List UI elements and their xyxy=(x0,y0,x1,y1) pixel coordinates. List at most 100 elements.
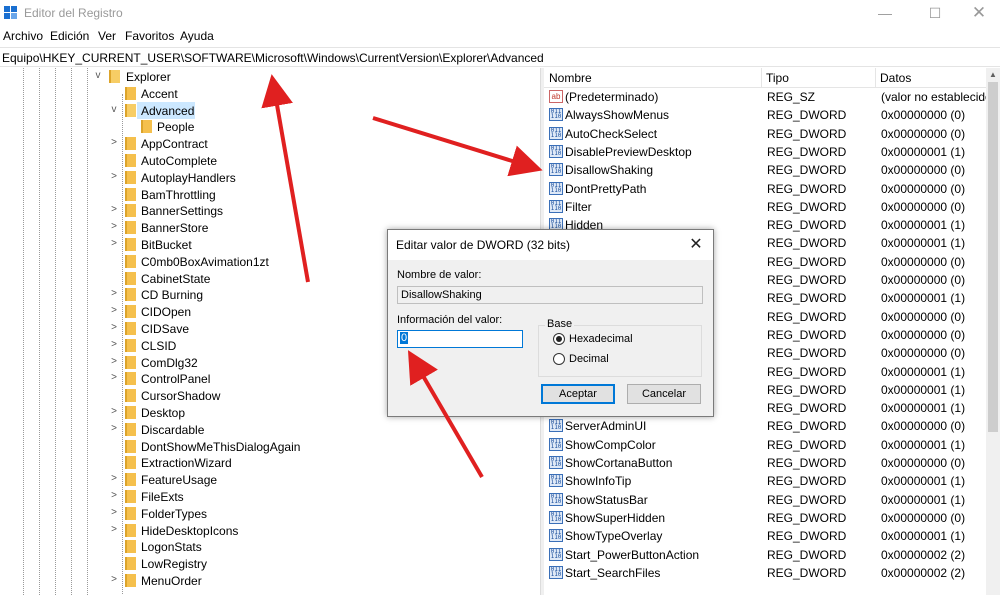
column-header-type[interactable]: Tipo xyxy=(766,71,789,85)
list-row[interactable]: 011 110 Start_PowerButtonAction REG_DWORD 0… xyxy=(544,546,984,564)
scroll-thumb[interactable] xyxy=(988,82,998,432)
tree-item[interactable]: v Advanced xyxy=(0,102,530,119)
chevron-right-icon[interactable]: > xyxy=(109,321,119,335)
list-row[interactable]: 011 110 DisablePreviewDesktop REG_DWORD 0x0… xyxy=(544,143,984,161)
cancel-button[interactable]: Cancelar xyxy=(627,384,701,404)
address-bar[interactable]: Equipo\HKEY_CURRENT_USER\SOFTWARE\Micros… xyxy=(0,47,1000,67)
tree-item[interactable]: > BannerSettings xyxy=(0,202,530,219)
tree-item[interactable]: ExtractionWizard xyxy=(0,454,530,471)
decimal-radio-label[interactable]: Decimal xyxy=(569,353,609,365)
tree-item[interactable]: LogonStats xyxy=(0,538,530,555)
value-type: REG_DWORD xyxy=(767,163,847,177)
list-row[interactable]: 011 110 ServerAdminUI REG_DWORD 0x00000000 … xyxy=(544,417,984,435)
dialog-close-button[interactable]: ✕ xyxy=(684,234,708,256)
list-row[interactable]: 011 110 Start_SearchFiles REG_DWORD 0x00000… xyxy=(544,564,984,582)
value-data: 0x00000000 (0) xyxy=(881,163,966,177)
chevron-right-icon[interactable]: > xyxy=(109,371,119,385)
tree-item-label: CabinetState xyxy=(141,272,211,286)
chevron-right-icon[interactable]: > xyxy=(109,304,119,318)
column-header-data[interactable]: Datos xyxy=(880,71,911,85)
chevron-right-icon[interactable]: > xyxy=(109,338,119,352)
dword-value-icon: 011 110 xyxy=(549,127,563,140)
tree-item[interactable]: > Discardable xyxy=(0,421,530,438)
dword-value-icon: 011 110 xyxy=(549,529,563,542)
chevron-right-icon[interactable]: > xyxy=(109,170,119,184)
tree-item[interactable]: AutoComplete xyxy=(0,152,530,169)
tree-item[interactable]: > MenuOrder xyxy=(0,572,530,589)
minimize-button[interactable]: — xyxy=(862,0,908,28)
value-data-input[interactable]: 0 xyxy=(397,330,523,348)
tree-item[interactable]: > FeatureUsage xyxy=(0,471,530,488)
menu-archivo[interactable]: Archivo xyxy=(3,29,43,43)
chevron-right-icon[interactable]: > xyxy=(109,355,119,369)
list-row[interactable]: 011 110 AlwaysShowMenus REG_DWORD 0x0000000… xyxy=(544,106,984,124)
chevron-right-icon[interactable]: > xyxy=(109,523,119,537)
tree-item[interactable]: > HideDesktopIcons xyxy=(0,522,530,539)
chevron-right-icon[interactable]: > xyxy=(109,136,119,150)
close-button[interactable]: ✕ xyxy=(956,0,1000,28)
list-row[interactable]: 011 110 ShowInfoTip REG_DWORD 0x00000001 (1… xyxy=(544,472,984,490)
ok-button[interactable]: Aceptar xyxy=(541,384,615,404)
tree-item-label: CD Burning xyxy=(141,288,204,302)
chevron-down-icon[interactable]: v xyxy=(109,103,119,117)
list-row[interactable]: 011 110 DisallowShaking REG_DWORD 0x0000000… xyxy=(544,161,984,179)
decimal-radio[interactable] xyxy=(553,353,565,365)
chevron-right-icon[interactable]: > xyxy=(109,203,119,217)
chevron-right-icon[interactable]: > xyxy=(109,573,119,587)
value-type: REG_DWORD xyxy=(767,401,847,415)
list-row[interactable]: 011 110 ShowTypeOverlay REG_DWORD 0x0000000… xyxy=(544,527,984,545)
dialog-title-bar: Editar valor de DWORD (32 bits) ✕ xyxy=(388,230,713,260)
folder-icon xyxy=(125,389,136,402)
chevron-right-icon[interactable]: > xyxy=(109,489,119,503)
value-type: REG_DWORD xyxy=(767,511,847,525)
folder-icon xyxy=(125,574,136,587)
tree-item[interactable]: > AppContract xyxy=(0,135,530,152)
value-type: REG_DWORD xyxy=(767,529,847,543)
tree-item-label: Accent xyxy=(141,87,178,101)
list-row[interactable]: 011 110 DontPrettyPath REG_DWORD 0x00000000… xyxy=(544,180,984,198)
value-type: REG_DWORD xyxy=(767,291,847,305)
chevron-right-icon[interactable]: > xyxy=(109,506,119,520)
list-row[interactable]: 011 110 ShowStatusBar REG_DWORD 0x00000001 … xyxy=(544,491,984,509)
menu-edicion[interactable]: Edición xyxy=(50,29,89,43)
tree-item[interactable]: > AutoplayHandlers xyxy=(0,169,530,186)
folder-icon xyxy=(125,288,136,301)
tree-item[interactable]: LowRegistry xyxy=(0,555,530,572)
dword-value-icon: 011 110 xyxy=(549,456,563,469)
tree-item[interactable]: > FileExts xyxy=(0,488,530,505)
chevron-right-icon[interactable]: > xyxy=(109,405,119,419)
chevron-right-icon[interactable]: > xyxy=(109,220,119,234)
hex-radio[interactable] xyxy=(553,333,565,345)
title-bar: Editor del Registro — ☐ ✕ xyxy=(0,0,1000,28)
menu-ayuda[interactable]: Ayuda xyxy=(180,29,214,43)
maximize-button[interactable]: ☐ xyxy=(912,0,958,28)
tree-item[interactable]: BamThrottling xyxy=(0,186,530,203)
tree-item-label: DontShowMeThisDialogAgain xyxy=(141,440,301,454)
list-row[interactable]: 011 110 Filter REG_DWORD 0x00000000 (0) xyxy=(544,198,984,216)
value-name: AutoCheckSelect xyxy=(565,127,658,141)
menu-favoritos[interactable]: Favoritos xyxy=(125,29,174,43)
chevron-right-icon[interactable]: > xyxy=(109,237,119,251)
chevron-down-icon[interactable]: v xyxy=(93,69,103,83)
tree-item[interactable]: > FolderTypes xyxy=(0,505,530,522)
tree-item-label: LogonStats xyxy=(141,540,202,554)
list-row[interactable]: 011 110 ShowCompColor REG_DWORD 0x00000001 … xyxy=(544,436,984,454)
chevron-right-icon[interactable]: > xyxy=(109,472,119,486)
value-data: 0x00000002 (2) xyxy=(881,548,966,562)
chevron-right-icon[interactable]: > xyxy=(109,422,119,436)
hex-radio-label[interactable]: Hexadecimal xyxy=(569,333,633,345)
tree-item[interactable]: People xyxy=(0,118,530,135)
vertical-scrollbar[interactable]: ▲ xyxy=(986,68,1000,595)
chevron-right-icon[interactable]: > xyxy=(109,287,119,301)
list-row[interactable]: ab (Predeterminado) REG_SZ (valor no establ… xyxy=(544,88,992,106)
tree-item[interactable]: Accent xyxy=(0,85,530,102)
menu-ver[interactable]: Ver xyxy=(98,29,116,43)
tree-item-explorer[interactable]: v Explorer xyxy=(0,68,530,85)
list-row[interactable]: 011 110 AutoCheckSelect REG_DWORD 0x0000000… xyxy=(544,125,984,143)
list-row[interactable]: 011 110 ShowSuperHidden REG_DWORD 0x0000000… xyxy=(544,509,984,527)
scroll-up-icon[interactable]: ▲ xyxy=(986,68,1000,82)
tree-item[interactable]: DontShowMeThisDialogAgain xyxy=(0,438,530,455)
column-header-name[interactable]: Nombre xyxy=(549,71,592,85)
list-row[interactable]: 011 110 ShowCortanaButton REG_DWORD 0x00000… xyxy=(544,454,984,472)
value-data: 0x00000001 (1) xyxy=(881,438,966,452)
